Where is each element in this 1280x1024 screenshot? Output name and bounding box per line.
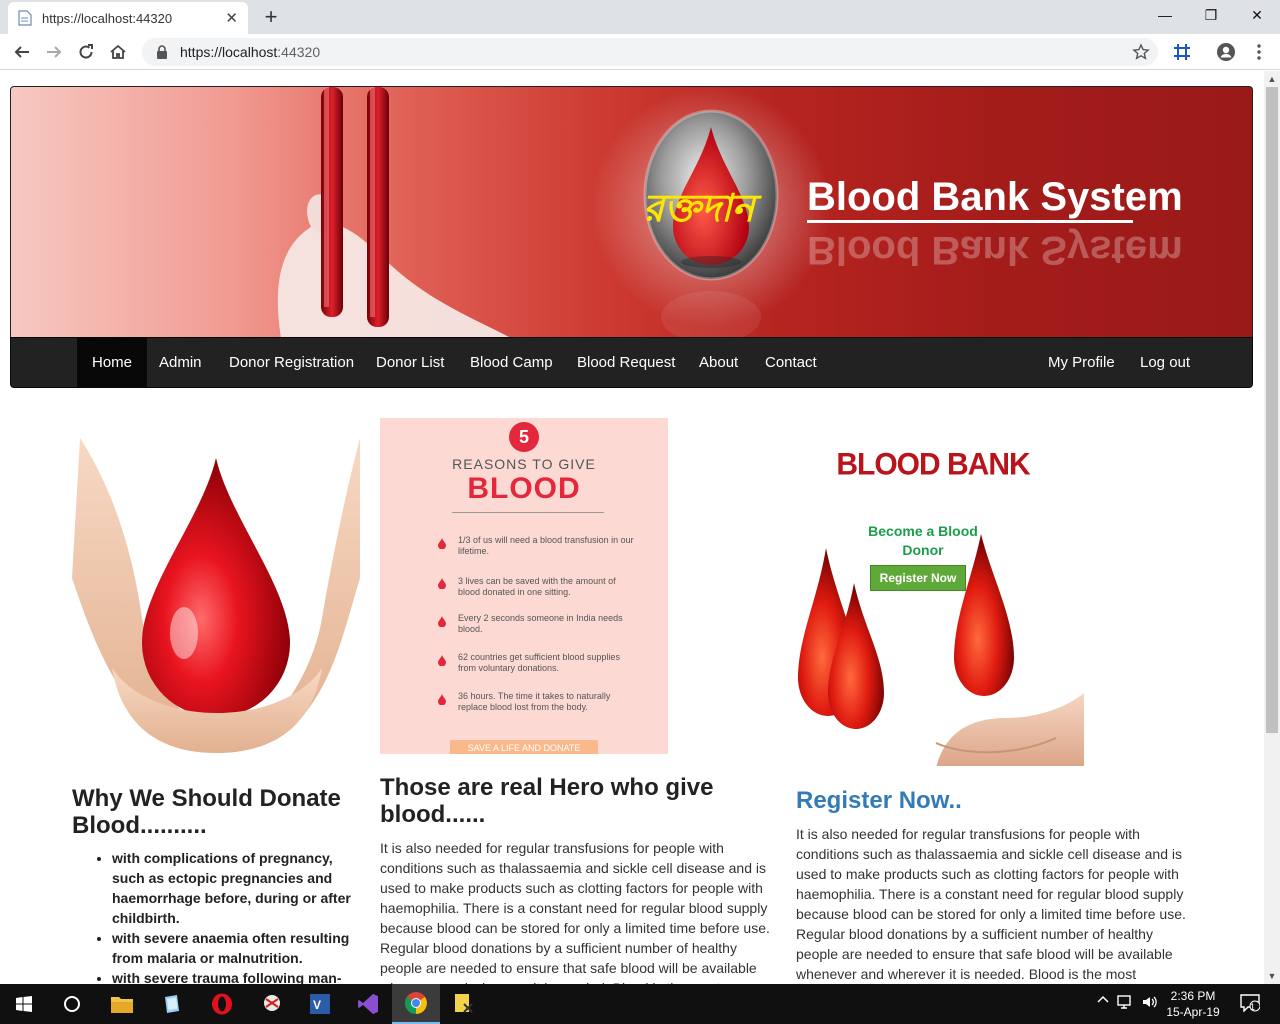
drop-bullet-icon: [438, 653, 446, 667]
page-scrollbar[interactable]: ▲ ▼: [1264, 71, 1280, 984]
nav-contact[interactable]: Contact: [750, 338, 832, 388]
clock-date: 15-Apr-19: [1166, 1005, 1220, 1019]
nav-logout[interactable]: Log out: [1125, 338, 1205, 388]
browser-tabstrip: https://localhost:44320 ✕ + — ❐ ✕: [0, 0, 1280, 34]
hero-text: It is also needed for regular transfusio…: [380, 840, 770, 984]
windows-start-icon[interactable]: [0, 984, 48, 1024]
restore-icon[interactable]: ❐: [1188, 0, 1234, 30]
list-item: with severe anaemia often resulting from…: [112, 928, 364, 968]
notes-app-icon[interactable]: [148, 984, 196, 1024]
infographic-subtitle: REASONS TO GIVE: [452, 456, 596, 472]
reason-3: Every 2 seconds someone in India needs b…: [458, 613, 623, 634]
infographic-divider: [452, 512, 604, 513]
forward-icon[interactable]: [40, 38, 68, 66]
clock-time: 2:36 PM: [1170, 989, 1216, 1003]
drop-bullet-icon: [438, 536, 446, 550]
taskbar-clock[interactable]: 2:36 PM 15-Apr-19: [1158, 988, 1228, 1020]
nav-blood-camp[interactable]: Blood Camp: [455, 338, 568, 388]
banner-underline: [807, 220, 1133, 223]
visio-icon[interactable]: V: [296, 984, 344, 1024]
nav-admin[interactable]: Admin: [144, 338, 217, 388]
promo-tagline-line1: Become a Blood: [868, 523, 978, 539]
register-now-button[interactable]: Register Now: [870, 565, 966, 591]
site-banner: রক্তদান Blood Bank System Blood Bank Sys…: [10, 86, 1253, 337]
list-item: with complications of pregnancy, such as…: [112, 848, 364, 928]
url-port: :44320: [277, 44, 321, 60]
promo-tagline-line2: Donor: [902, 542, 944, 558]
url-host: https://localhost: [180, 44, 278, 60]
page-viewport: রক্তদান Blood Bank System Blood Bank Sys…: [0, 71, 1264, 984]
scroll-down-arrow-icon[interactable]: ▼: [1264, 968, 1280, 984]
blood-bank-promo: BLOOD BANK Become a Blood Donor Register…: [796, 447, 1084, 766]
tray-chevron-up-icon[interactable]: [1093, 994, 1113, 1014]
nav-about[interactable]: About: [684, 338, 753, 388]
url-text[interactable]: https://localhost:44320: [180, 44, 320, 60]
network-icon[interactable]: [1116, 994, 1136, 1014]
drop-bullet-icon: [438, 692, 446, 706]
reload-icon[interactable]: [72, 38, 100, 66]
search-circle-icon[interactable]: [48, 984, 96, 1024]
nav-blood-request[interactable]: Blood Request: [562, 338, 690, 388]
scroll-up-arrow-icon[interactable]: ▲: [1264, 71, 1280, 87]
notification-center-icon[interactable]: 1: [1238, 994, 1262, 1014]
nav-home[interactable]: Home: [77, 338, 148, 388]
register-text: It is also needed for regular transfusio…: [796, 826, 1186, 982]
minimize-icon[interactable]: —: [1142, 0, 1188, 30]
page-icon: [18, 10, 32, 26]
why-donate-heading: Why We Should Donate Blood..........: [72, 785, 341, 839]
why-donate-list: with complications of pregnancy, such as…: [94, 848, 364, 984]
drop-bullet-icon: [438, 614, 446, 628]
volume-icon[interactable]: [1140, 994, 1160, 1014]
sql-tool-icon[interactable]: [440, 984, 488, 1024]
browser-tab[interactable]: https://localhost:44320 ✕: [8, 2, 248, 34]
infographic-footer: SAVE A LIFE AND DONATE: [450, 740, 598, 754]
bookmark-star-icon[interactable]: [1132, 43, 1150, 64]
reason-1: 1/3 of us will need a blood transfusion …: [458, 535, 634, 556]
browser-toolbar: https://localhost:44320: [0, 34, 1280, 70]
hands-blood-drop-image: [72, 428, 360, 758]
banner-title-reflection: Blood Bank System: [807, 228, 1183, 272]
file-explorer-icon[interactable]: [98, 984, 146, 1024]
reason-4: 62 countries get sufficient blood suppli…: [458, 652, 620, 673]
infographic-number: 5: [509, 422, 539, 452]
hero-heading: Those are real Hero who give blood......: [380, 774, 714, 828]
promo-tagline: Become a Blood Donor: [856, 522, 990, 560]
close-window-icon[interactable]: ✕: [1234, 0, 1280, 30]
close-tab-icon[interactable]: ✕: [225, 9, 238, 27]
extension-icon[interactable]: [1172, 42, 1192, 62]
notification-count: 1: [1250, 1002, 1256, 1012]
scroll-thumb[interactable]: [1266, 87, 1278, 733]
tab-title: https://localhost:44320: [42, 10, 173, 26]
chrome-taskbar-icon[interactable]: [392, 984, 440, 1024]
profile-icon[interactable]: [1216, 42, 1236, 62]
reasons-infographic: 5 REASONS TO GIVE BLOOD 1/3 of us will n…: [380, 418, 668, 754]
back-icon[interactable]: [8, 38, 36, 66]
infographic-title: BLOOD: [467, 472, 581, 505]
main-navbar: Home Admin Donor Registration Donor List…: [10, 337, 1253, 388]
nav-donor-list[interactable]: Donor List: [361, 338, 459, 388]
banner-title: Blood Bank System: [807, 175, 1183, 219]
windows-taskbar: V 2:36 PM 15-Apr-19 1: [0, 984, 1280, 1024]
svg-text:V: V: [313, 998, 321, 1012]
lock-icon[interactable]: [156, 45, 170, 59]
reason-2: 3 lives can be saved with the amount of …: [458, 576, 616, 597]
visual-studio-icon[interactable]: [344, 984, 392, 1024]
promo-title: BLOOD BANK: [836, 447, 1030, 482]
opera-browser-icon[interactable]: [198, 984, 246, 1024]
register-heading[interactable]: Register Now..: [796, 787, 1176, 814]
nav-donor-registration[interactable]: Donor Registration: [214, 338, 369, 388]
menu-dots-icon[interactable]: [1249, 42, 1269, 62]
snipping-tool-icon[interactable]: [248, 984, 296, 1024]
drop-bullet-icon: [438, 576, 446, 590]
nav-my-profile[interactable]: My Profile: [1033, 338, 1130, 388]
list-item: with severe trauma following man-: [112, 968, 364, 984]
address-bar[interactable]: https://localhost:44320: [142, 38, 1158, 66]
home-icon[interactable]: [104, 38, 132, 66]
reason-5: 36 hours. The time it takes to naturally…: [458, 691, 611, 712]
banner-logo-text: রক্তদান: [643, 188, 755, 230]
new-tab-icon[interactable]: +: [258, 4, 284, 30]
